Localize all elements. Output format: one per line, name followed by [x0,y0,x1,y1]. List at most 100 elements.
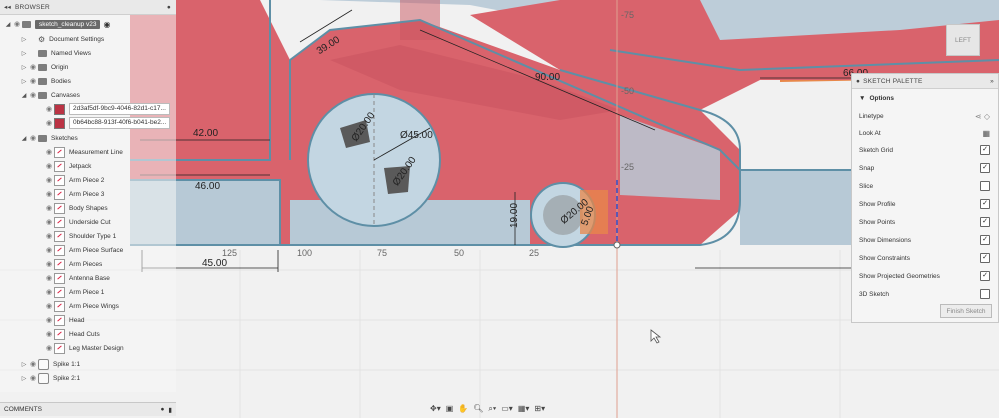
eye-icon[interactable]: ◉ [44,246,54,254]
orbit-icon[interactable]: ✥▾ [429,404,442,413]
sketch-item[interactable]: ◉ Shoulder Type 1 [44,230,116,242]
component-item[interactable]: ▷ ◉ Spike 1:1 [20,358,80,370]
zoom-icon[interactable]: 🔍︎ [472,404,484,413]
eye-icon[interactable]: ◉ [44,176,54,184]
sketch-item[interactable]: ◉ Jetpack [44,160,91,172]
sketch-grid-checkbox[interactable]: ✓ [980,145,990,155]
dim-diameter-45[interactable]: Ø45.00 [400,130,433,141]
sketch-item[interactable]: ◉ Antenna Base [44,272,110,284]
dim-19[interactable]: 19.00 [509,203,520,228]
linetype-icons[interactable]: ⋖ ◇ [975,112,990,121]
browser-item-canvas-2[interactable]: ◉ 0b64bc88-913f-40f6-b041-be2... [44,117,171,129]
browser-root[interactable]: ◢ ◉ sketch_cleanup v23 ◉ [4,18,110,30]
dim-90[interactable]: 90.00 [535,72,560,83]
dim-42[interactable]: 42.00 [193,128,218,139]
sketch-item[interactable]: ◉ Arm Piece 2 [44,174,104,186]
sketch-item[interactable]: ◉ Head [44,314,85,326]
eye-icon[interactable]: ◉ [28,91,38,99]
expand-icon[interactable]: ◢ [4,21,12,28]
sketch-item[interactable]: ◉ Arm Piece 1 [44,286,104,298]
show-constraints-checkbox[interactable]: ✓ [980,253,990,263]
eye-icon[interactable]: ◉ [44,204,54,212]
palette-expand-icon[interactable]: » [990,78,994,85]
sketch-item[interactable]: ◉ Head Cuts [44,328,100,340]
show-dimensions-checkbox[interactable]: ✓ [980,235,990,245]
expand-icon[interactable]: ◢ [20,135,28,142]
slice-checkbox[interactable] [980,181,990,191]
sketch-item[interactable]: ◉ Arm Pieces [44,258,102,270]
eye-icon[interactable]: ◉ [44,190,54,198]
pan-icon[interactable]: ✋ [457,404,469,413]
sketch-item[interactable]: ◉ Arm Piece Surface [44,244,123,256]
expand-icon[interactable]: ▷ [20,361,28,368]
browser-item-document-settings[interactable]: ▷ ⚙ Document Settings [20,33,104,45]
show-points-checkbox[interactable]: ✓ [980,217,990,227]
radio-icon[interactable]: ◉ [103,20,110,29]
browser-item-sketches[interactable]: ◢ ◉ Sketches [20,132,78,144]
eye-icon[interactable]: ◉ [44,105,54,113]
viewports-icon[interactable]: ⊞▾ [533,404,546,413]
eye-icon[interactable]: ◉ [44,274,54,282]
show-profile-checkbox[interactable]: ✓ [980,199,990,209]
show-projected-geometries-checkbox[interactable]: ✓ [980,271,990,281]
sketch-item[interactable]: ◉ Arm Piece 3 [44,188,104,200]
eye-icon[interactable]: ◉ [44,119,54,127]
eye-icon[interactable]: ◉ [44,316,54,324]
eye-icon[interactable]: ◉ [28,134,38,142]
browser-item-bodies[interactable]: ▷ ◉ Bodies [20,75,71,87]
eye-icon[interactable]: ◉ [44,344,54,352]
sketch-icon [54,146,65,158]
display-settings-icon[interactable]: ▭▾ [500,404,514,413]
eye-icon[interactable]: ◉ [28,63,38,71]
eye-icon[interactable]: ◉ [12,20,22,28]
browser-panel: ◂◂ BROWSER ● ◢ ◉ sketch_cleanup v23 ◉ ▷ … [0,0,176,392]
eye-icon[interactable]: ◉ [44,302,54,310]
expand-icon[interactable]: ▷ [20,50,28,57]
dim-46[interactable]: 46.00 [195,181,220,192]
snap-checkbox[interactable]: ✓ [980,163,990,173]
browser-item-origin[interactable]: ▷ ◉ Origin [20,61,68,73]
3d-sketch-checkbox[interactable] [980,289,990,299]
sketch-item[interactable]: ◉ Underside Cut [44,216,111,228]
eye-icon[interactable]: ◉ [44,148,54,156]
expand-icon[interactable]: ▷ [20,78,28,85]
sketch-item[interactable]: ◉ Measurement Line [44,146,123,158]
expand-icon[interactable]: ▷ [20,36,28,43]
look-at-icon[interactable]: ▦ [982,129,990,138]
grid-settings-icon[interactable]: ▦▾ [517,404,531,413]
expand-icon[interactable]: ▷ [20,375,28,382]
eye-icon[interactable]: ◉ [44,162,54,170]
collapse-icon[interactable]: ◂◂ [4,3,11,11]
look-at-icon[interactable]: ▣ [445,404,455,413]
dim-45-bottom[interactable]: 45.00 [202,258,227,269]
palette-close-icon[interactable]: ● [856,78,860,85]
eye-icon[interactable]: ◉ [28,360,38,368]
sketch-icon [54,342,65,354]
expand-icon[interactable]: ◢ [20,92,28,99]
browser-item-named-views[interactable]: ▷ Named Views [20,47,91,59]
sketch-icon [54,314,65,326]
eye-icon[interactable]: ◉ [44,330,54,338]
comments-toggle-icon[interactable]: ▮ [168,406,172,414]
component-item[interactable]: ▷ ◉ Spike 2:1 [20,372,80,384]
eye-icon[interactable]: ◉ [44,218,54,226]
sketch-item[interactable]: ◉ Arm Piece Wings [44,300,119,312]
eye-icon[interactable]: ◉ [44,260,54,268]
finish-sketch-button[interactable]: Finish Sketch [940,304,992,318]
sketch-item[interactable]: ◉ Leg Master Design [44,342,124,354]
viewcube[interactable]: LEFT [946,24,980,56]
comments-add-icon[interactable]: ● [160,406,164,413]
browser-item-canvases[interactable]: ◢ ◉ Canvases [20,89,80,101]
expand-icon[interactable]: ▷ [20,64,28,71]
comments-panel[interactable]: COMMENTS ● ▮ [0,402,176,416]
option-look-at: Look At ▦ [859,127,990,139]
sketch-item[interactable]: ◉ Body Shapes [44,202,108,214]
eye-icon[interactable]: ◉ [28,77,38,85]
eye-icon[interactable]: ◉ [28,374,38,382]
options-section-header[interactable]: ▼ Options [859,92,990,104]
browser-close-icon[interactable]: ● [167,4,171,11]
browser-item-canvas-1[interactable]: ◉ 2d3af5df-9bc9-4046-82d1-c17... [44,103,170,115]
zoom-window-icon[interactable]: ⌕▾ [487,404,497,414]
eye-icon[interactable]: ◉ [44,288,54,296]
eye-icon[interactable]: ◉ [44,232,54,240]
